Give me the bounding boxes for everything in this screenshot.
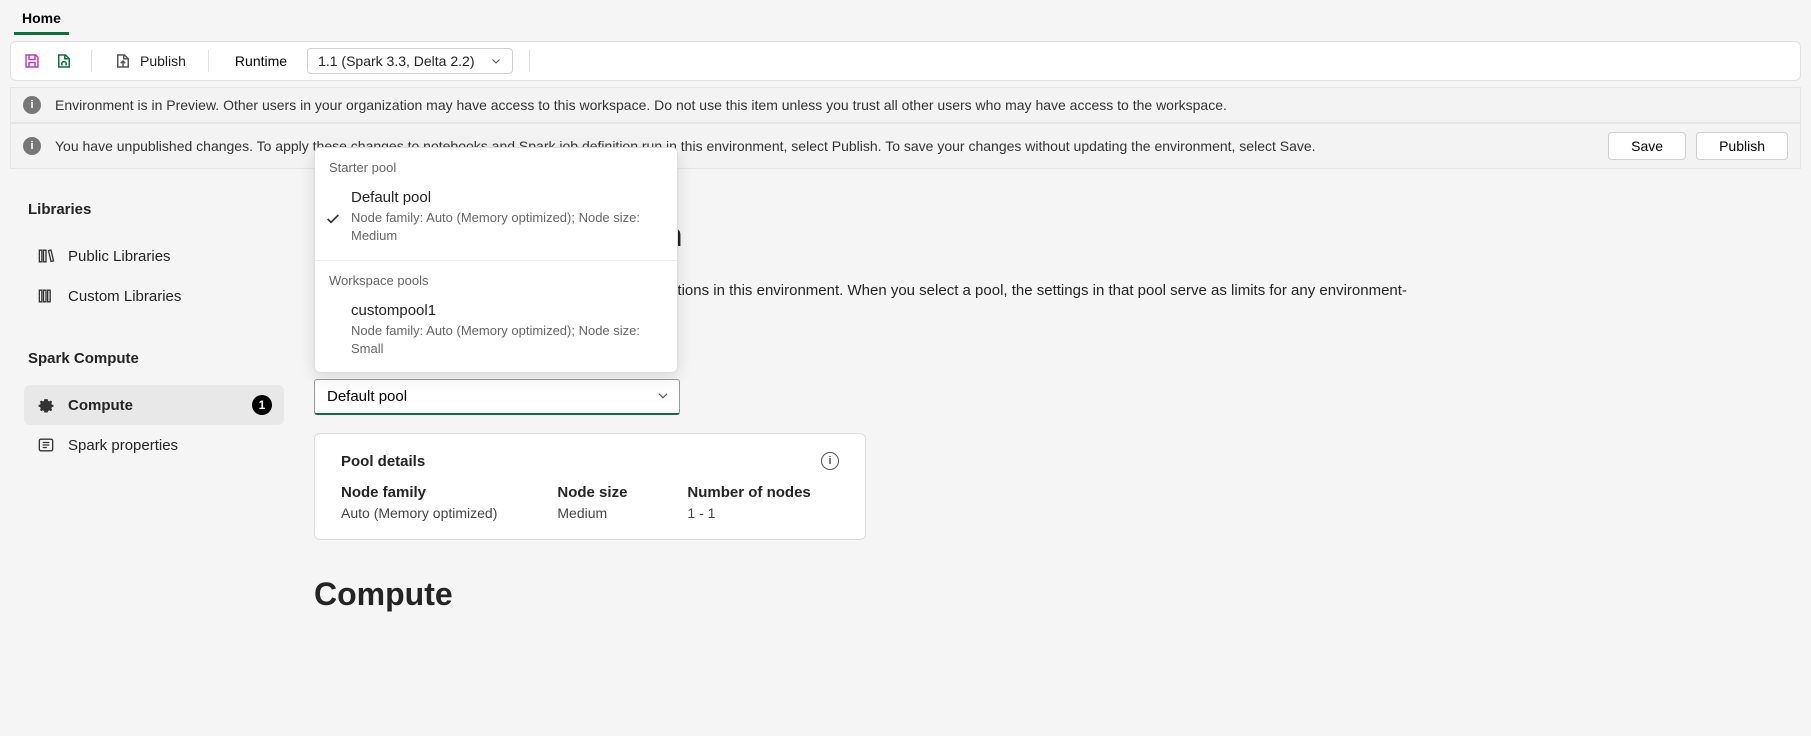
divider xyxy=(91,50,92,72)
chevron-down-icon xyxy=(490,55,502,67)
dropdown-item-name: Default pool xyxy=(351,189,663,206)
runtime-value: 1.1 (Spark 3.3, Delta 2.2) xyxy=(318,53,474,69)
books-icon xyxy=(36,286,56,306)
node-family-label: Node family xyxy=(341,484,497,501)
page-description: Spark job definitions in this environmen… xyxy=(574,282,1801,299)
runtime-select[interactable]: 1.1 (Spark 3.3, Delta 2.2) xyxy=(307,48,513,74)
sidebar-item-label: Spark properties xyxy=(68,437,178,454)
compute-badge: 1 xyxy=(252,395,272,415)
compute-section-title: Compute xyxy=(314,576,1801,613)
gear-icon xyxy=(36,395,56,415)
unpublished-banner: i You have unpublished changes. To apply… xyxy=(10,123,1801,169)
sidebar-item-label: Compute xyxy=(68,397,133,414)
info-icon: i xyxy=(23,137,41,155)
divider xyxy=(208,50,209,72)
publish-label: Publish xyxy=(140,53,186,69)
sidebar-item-custom-libraries[interactable]: Custom Libraries xyxy=(24,276,284,316)
runtime-label: Runtime xyxy=(225,53,297,69)
sidebar-item-spark-properties[interactable]: Spark properties xyxy=(24,425,284,465)
publish-icon xyxy=(114,52,132,70)
pool-select-input[interactable] xyxy=(314,379,680,415)
pool-select-wrapper: Starter pool Default pool Node family: A… xyxy=(314,379,680,415)
save-icon[interactable] xyxy=(21,50,43,72)
dropdown-item-meta: Node family: Auto (Memory optimized); No… xyxy=(351,209,663,245)
list-icon xyxy=(36,435,56,455)
dropdown-item-meta: Node family: Auto (Memory optimized); No… xyxy=(351,322,663,358)
sidebar: Libraries Public Libraries Custom Librar… xyxy=(10,177,294,489)
sidebar-item-public-libraries[interactable]: Public Libraries xyxy=(24,236,284,276)
dropdown-item-custompool1[interactable]: custompool1 Node family: Auto (Memory op… xyxy=(315,294,677,372)
node-family-value: Auto (Memory optimized) xyxy=(341,505,497,521)
publish-button-banner[interactable]: Publish xyxy=(1696,132,1788,160)
pool-dropdown: Starter pool Default pool Node family: A… xyxy=(314,147,678,373)
books-icon xyxy=(36,246,56,266)
num-nodes-value: 1 - 1 xyxy=(687,505,810,521)
dropdown-item-name: custompool1 xyxy=(351,302,663,319)
content: uration Spark job definitions in this en… xyxy=(314,177,1801,613)
preview-banner-text: Environment is in Preview. Other users i… xyxy=(55,97,1227,113)
dropdown-section-workspace: Workspace pools xyxy=(315,261,677,294)
sidebar-heading-spark-compute: Spark Compute xyxy=(20,350,284,367)
pool-details-title: Pool details xyxy=(341,453,425,470)
save-button[interactable]: Save xyxy=(1608,132,1686,160)
divider xyxy=(529,50,530,72)
pool-details-card: Pool details i Node family Auto (Memory … xyxy=(314,433,866,540)
sidebar-item-label: Custom Libraries xyxy=(68,288,181,305)
discard-icon[interactable] xyxy=(53,50,75,72)
app-bar: Home xyxy=(0,0,1811,35)
toolbar: Publish Runtime 1.1 (Spark 3.3, Delta 2.… xyxy=(10,41,1801,81)
page-title: uration xyxy=(574,217,1801,254)
num-nodes-label: Number of nodes xyxy=(687,484,810,501)
check-icon xyxy=(325,211,341,227)
info-icon: i xyxy=(23,96,41,114)
tab-home[interactable]: Home xyxy=(14,6,69,35)
sidebar-item-label: Public Libraries xyxy=(68,248,171,265)
dropdown-item-default-pool[interactable]: Default pool Node family: Auto (Memory o… xyxy=(315,181,677,259)
sidebar-heading-libraries: Libraries xyxy=(20,201,284,218)
unpublished-banner-text: You have unpublished changes. To apply t… xyxy=(55,138,1316,154)
info-icon[interactable]: i xyxy=(821,452,839,470)
node-size-value: Medium xyxy=(557,505,627,521)
publish-button[interactable]: Publish xyxy=(108,50,192,72)
chevron-down-icon[interactable] xyxy=(656,389,670,406)
dropdown-section-starter: Starter pool xyxy=(315,148,677,181)
preview-banner: i Environment is in Preview. Other users… xyxy=(10,87,1801,123)
sidebar-item-compute[interactable]: Compute 1 xyxy=(24,385,284,425)
node-size-label: Node size xyxy=(557,484,627,501)
